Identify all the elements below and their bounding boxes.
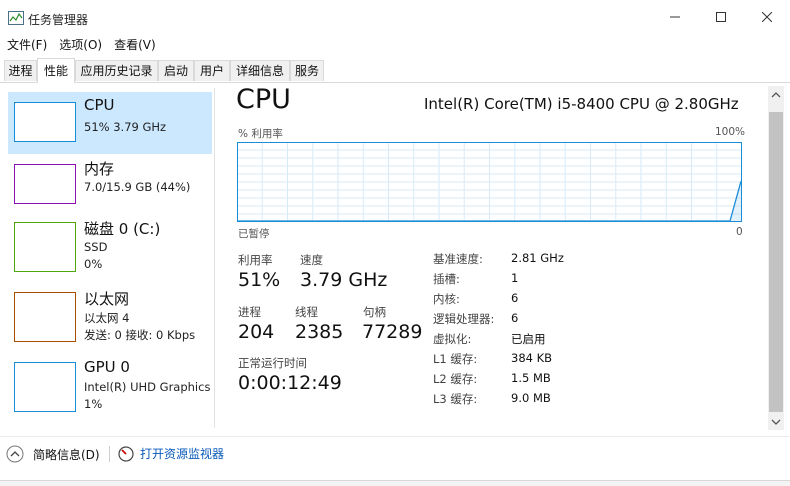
sidebar-item-title: 内存: [84, 160, 115, 178]
close-button[interactable]: [744, 0, 790, 34]
footer-bar: 简略信息(D) 打开资源监视器: [0, 436, 790, 473]
minimize-icon: [670, 16, 680, 18]
menu-options[interactable]: 选项(O): [52, 34, 107, 56]
chevron-up-circle-icon: [6, 445, 24, 463]
sidebar-item-title: CPU: [84, 96, 115, 114]
sidebar-item-title: 以太网: [84, 290, 130, 308]
tab-details[interactable]: 详细信息: [230, 60, 290, 81]
sidebar-item-detail-2: 0%: [84, 257, 103, 271]
resource-monitor-label: 打开资源监视器: [140, 447, 225, 461]
uptime-label: 正常运行时间: [238, 356, 307, 370]
uptime-value: 0:00:12:49: [238, 372, 342, 394]
spec-value: 已启用: [511, 332, 546, 346]
sidebar-item-detail: 以太网 4: [84, 311, 130, 325]
cpu-model: Intel(R) Core(TM) i5-8400 CPU @ 2.80GHz: [424, 95, 739, 113]
sidebar-item-memory[interactable]: 内存 7.0/15.9 GB (44%): [4, 154, 216, 220]
util-label: 利用率: [238, 253, 273, 267]
tab-processes[interactable]: 进程: [4, 60, 37, 81]
graph-y-min: 0: [736, 226, 743, 238]
sidebar-item-cpu[interactable]: CPU 51% 3.79 GHz: [4, 92, 216, 158]
performance-sidebar: CPU 51% 3.79 GHz 内存 7.0/15.9 GB (44%) 磁盘…: [0, 88, 216, 428]
open-resource-monitor-link[interactable]: 打开资源监视器: [118, 445, 224, 462]
thread-label: 线程: [295, 305, 318, 319]
cpu-mini-graph: [14, 102, 76, 142]
spec-value: 1.5 MB: [511, 371, 551, 385]
spec-label: 内核:: [433, 292, 460, 306]
menu-file[interactable]: 文件(F): [0, 34, 52, 56]
maximize-button[interactable]: [698, 0, 744, 34]
brief-info-label: 简略信息(D): [33, 447, 100, 462]
menu-view[interactable]: 查看(V): [107, 34, 161, 56]
ethernet-mini-graph: [14, 292, 76, 342]
sidebar-item-detail: 51% 3.79 GHz: [84, 120, 167, 134]
scroll-up-icon[interactable]: [770, 90, 782, 100]
cpu-utilization-graph: [237, 142, 742, 222]
memory-mini-graph: [14, 164, 76, 204]
spec-value: 2.81 GHz: [511, 251, 564, 265]
footer-divider: [109, 446, 110, 462]
spec-value: 6: [511, 291, 519, 305]
sidebar-item-disk[interactable]: 磁盘 0 (C:) SSD 0%: [4, 212, 216, 278]
spec-label: L3 缓存:: [433, 392, 478, 406]
sidebar-item-detail-2: 1%: [84, 397, 103, 411]
maximize-icon: [716, 12, 726, 22]
scrollbar-thumb[interactable]: [769, 112, 783, 412]
util-value: 51%: [238, 269, 281, 291]
thread-value: 2385: [295, 321, 344, 343]
sidebar-item-title: GPU 0: [84, 358, 130, 376]
scroll-down-icon[interactable]: [770, 417, 782, 427]
page-title: CPU: [236, 84, 291, 115]
close-icon: [762, 12, 772, 22]
task-manager-icon: [8, 11, 24, 25]
sidebar-item-detail: SSD: [84, 240, 108, 254]
spec-label: 基准速度:: [433, 252, 483, 266]
resource-monitor-icon: [118, 445, 134, 462]
sidebar-item-detail-2: 发送: 0 接收: 0 Kbps: [84, 328, 196, 342]
tab-bar: 进程 性能 应用历史记录 启动 用户 详细信息 服务: [0, 58, 790, 83]
speed-value: 3.79 GHz: [300, 269, 388, 291]
handle-value: 77289: [362, 321, 423, 343]
spec-value: 9.0 MB: [511, 391, 551, 405]
spec-value: 1: [511, 271, 519, 285]
tab-users[interactable]: 用户: [194, 60, 230, 81]
sidebar-item-ethernet[interactable]: 以太网 以太网 4 发送: 0 接收: 0 Kbps: [4, 282, 216, 348]
bottom-edge: [0, 480, 790, 486]
disk-mini-graph: [14, 222, 76, 272]
process-value: 204: [238, 321, 275, 343]
tab-performance[interactable]: 性能: [37, 58, 75, 83]
graph-y-label: % 利用率: [238, 128, 283, 140]
spec-label: 逻辑处理器:: [433, 312, 495, 326]
tab-services[interactable]: 服务: [290, 60, 324, 81]
spec-label: L2 缓存:: [433, 372, 478, 386]
graph-y-max: 100%: [715, 126, 746, 138]
gpu-mini-graph: [14, 362, 76, 412]
sidebar-divider: [214, 88, 215, 428]
graph-status: 已暂停: [238, 228, 270, 240]
spec-label: L1 缓存:: [433, 352, 478, 366]
spec-label: 虚拟化:: [433, 332, 472, 346]
minimize-button[interactable]: [652, 0, 698, 34]
sidebar-item-gpu[interactable]: GPU 0 Intel(R) UHD Graphics 1%: [4, 352, 216, 418]
tab-startup[interactable]: 启动: [158, 60, 194, 81]
spec-value: 6: [511, 311, 519, 325]
tab-app-history[interactable]: 应用历史记录: [75, 60, 158, 81]
speed-label: 速度: [300, 253, 323, 267]
sidebar-item-detail: Intel(R) UHD Graphics: [84, 380, 211, 394]
process-label: 进程: [238, 305, 261, 319]
window-title: 任务管理器: [28, 13, 89, 27]
brief-info-toggle[interactable]: 简略信息(D): [6, 445, 100, 463]
title-bar: 任务管理器: [0, 0, 790, 34]
sidebar-item-detail: 7.0/15.9 GB (44%): [84, 180, 191, 194]
handle-label: 句柄: [363, 305, 386, 319]
menu-bar: 文件(F) 选项(O) 查看(V): [0, 34, 161, 56]
spec-label: 插槽:: [433, 272, 460, 286]
spec-value: 384 KB: [511, 351, 553, 365]
sidebar-item-title: 磁盘 0 (C:): [84, 220, 161, 238]
